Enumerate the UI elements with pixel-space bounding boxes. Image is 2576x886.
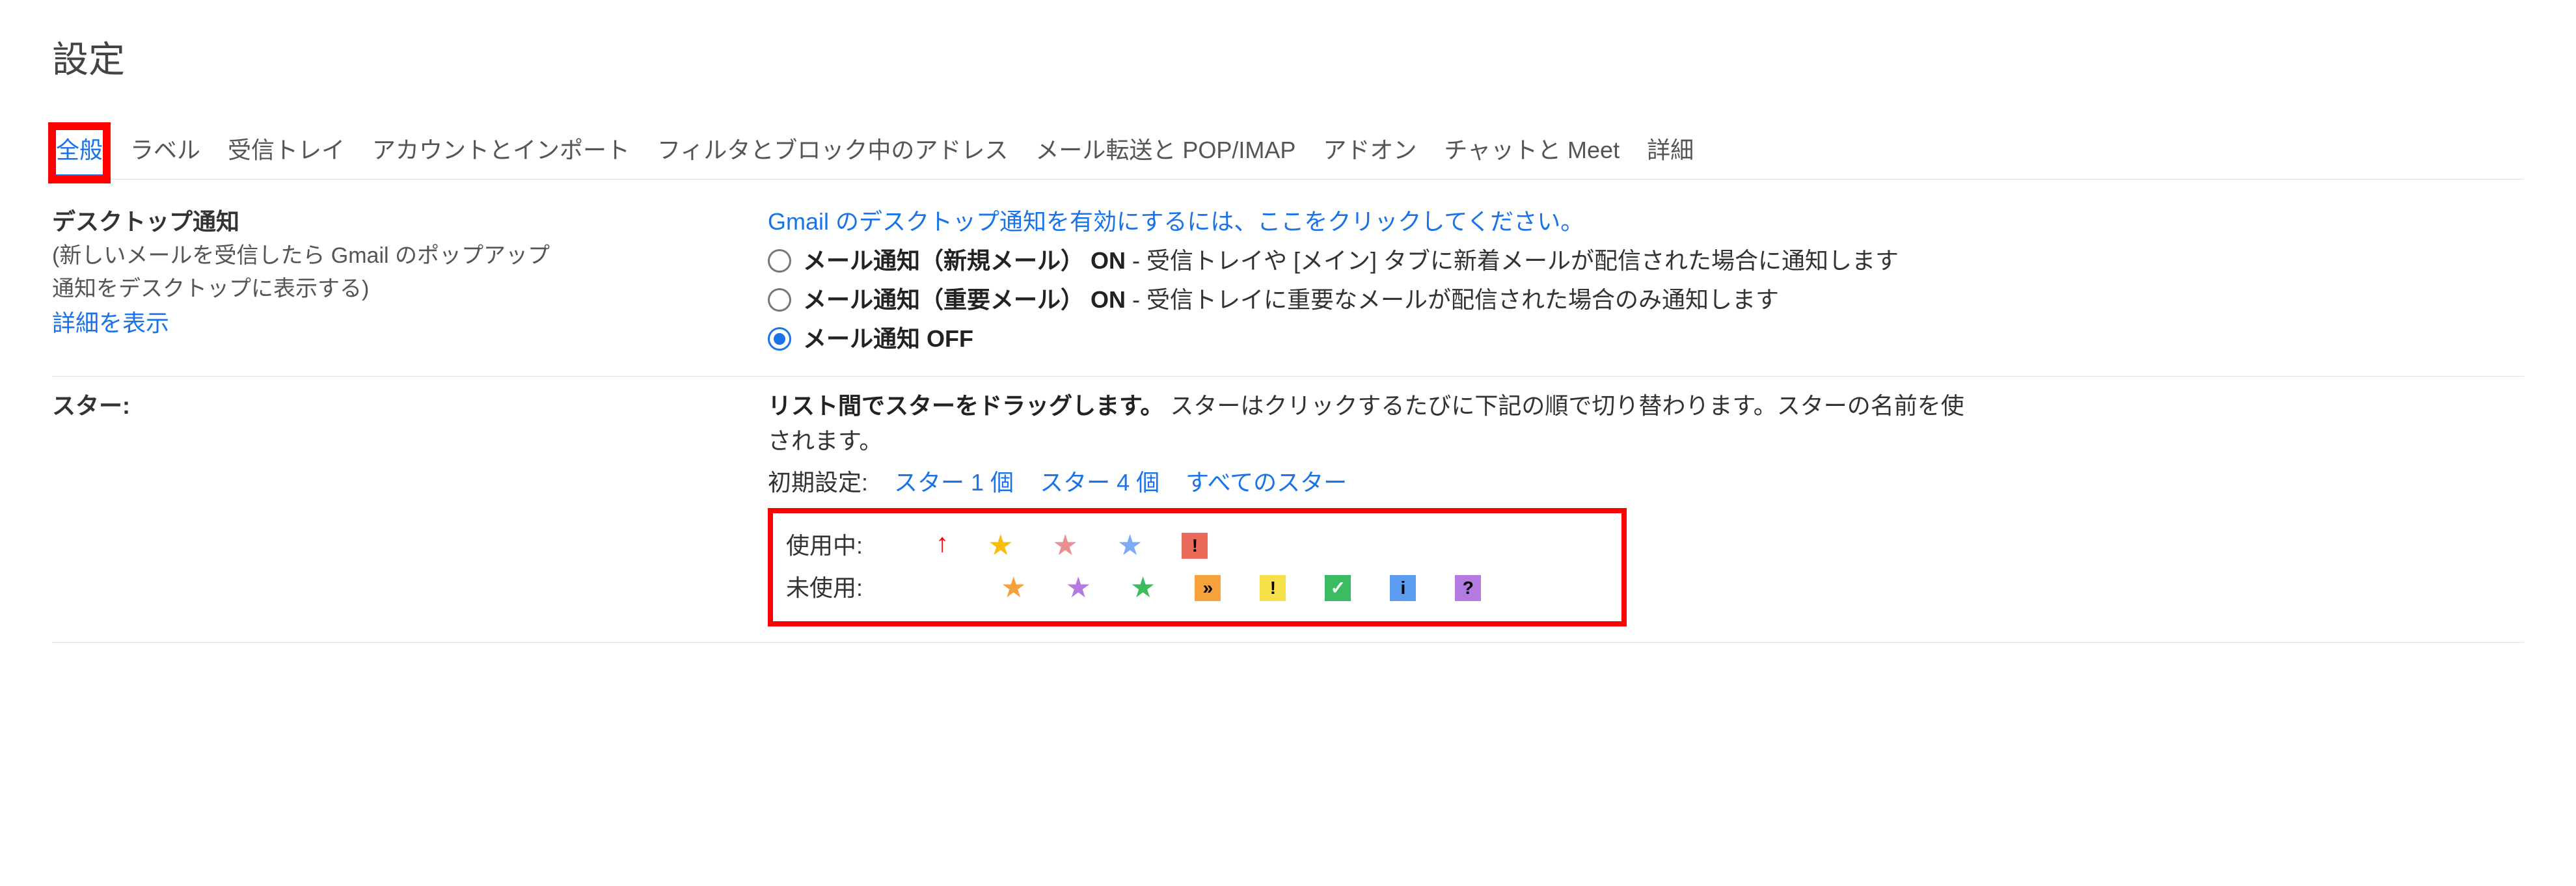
star-green-icon[interactable]: ★	[1130, 574, 1156, 602]
not-used-label: 未使用:	[786, 571, 897, 606]
opt1-bold: メール通知（新規メール） ON	[803, 247, 1126, 274]
opt1-rest: - 受信トレイや [メイン] タブに新着メールが配信された場合に通知します	[1126, 247, 1899, 274]
stars-presets-row: 初期設定: スター 1 個 スター 4 個 すべてのスター	[768, 465, 2524, 500]
tab-advanced[interactable]: 詳細	[1643, 126, 1698, 179]
radio-notify-new-label: メール通知（新規メール） ON - 受信トレイや [メイン] タブに新着メールが…	[803, 243, 1899, 278]
square-green-check-icon[interactable]: ✓	[1325, 575, 1351, 601]
preset-4-stars[interactable]: スター 4 個	[1040, 469, 1159, 496]
stars-not-used-row: 未使用: ★ ★ ★ » ! ✓ i ?	[786, 571, 1608, 606]
radio-notify-off[interactable]	[768, 327, 791, 351]
stars-highlight-box: 使用中: ↑ ★ ★ ★ ! 未使用: ★ ★ ★ » ! ✓ i ?	[768, 508, 1627, 626]
stars-desc-2: されます。	[768, 423, 2524, 459]
section-stars: スター: リスト間でスターをドラッグします。 スターはクリックするたびに下記の順…	[52, 377, 2524, 643]
star-yellow-icon[interactable]: ★	[988, 531, 1013, 560]
radio-notify-new[interactable]	[768, 249, 791, 273]
radio-notify-important[interactable]	[768, 288, 791, 312]
settings-tabs: 全般 ラベル 受信トレイ アカウントとインポート フィルタとブロック中のアドレス…	[52, 126, 2524, 180]
square-orange-gt-icon[interactable]: »	[1195, 575, 1221, 601]
preset-1-star[interactable]: スター 1 個	[894, 469, 1014, 496]
star-blue-icon[interactable]: ★	[1117, 531, 1143, 560]
star-orange-icon[interactable]: ★	[1001, 574, 1026, 602]
tab-forward[interactable]: メール転送と POP/IMAP	[1031, 126, 1299, 179]
preset-all-stars[interactable]: すべてのスター	[1186, 469, 1347, 496]
stars-desc: リスト間でスターをドラッグします。 スターはクリックするたびに下記の順で切り替わ…	[768, 388, 2524, 423]
radio-notify-important-label: メール通知（重要メール） ON - 受信トレイに重要なメールが配信された場合のみ…	[803, 282, 1779, 317]
enable-desktop-link[interactable]: Gmail のデスクトップ通知を有効にするには、ここをクリックしてください。	[768, 204, 2524, 239]
star-red-icon[interactable]: ★	[1052, 531, 1078, 560]
tab-inbox[interactable]: 受信トレイ	[224, 126, 349, 179]
stars-desc-bold: リスト間でスターをドラッグします。	[768, 392, 1163, 419]
tab-filters[interactable]: フィルタとブロック中のアドレス	[653, 126, 1012, 179]
page-title: 設定	[52, 33, 2524, 87]
stars-heading: スター:	[52, 388, 742, 423]
stars-in-use-row: 使用中: ↑ ★ ★ ★ !	[786, 526, 1608, 565]
section-desktop-notifications: デスクトップ通知 (新しいメールを受信したら Gmail のポップアップ 通知を…	[52, 193, 2524, 377]
desktop-subtext-2: 通知をデスクトップに表示する)	[52, 273, 742, 306]
tab-addons[interactable]: アドオン	[1319, 126, 1420, 179]
tab-accounts[interactable]: アカウントとインポート	[368, 126, 634, 179]
square-purple-q-icon[interactable]: ?	[1455, 575, 1481, 601]
square-red-bang-icon[interactable]: !	[1182, 533, 1208, 559]
desktop-heading: デスクトップ通知	[52, 204, 742, 239]
star-purple-icon[interactable]: ★	[1065, 574, 1091, 602]
tab-chat[interactable]: チャットと Meet	[1440, 126, 1623, 179]
annotation-arrow-icon: ↑	[936, 524, 949, 563]
tab-general[interactable]: 全般	[52, 126, 107, 180]
desktop-subtext-1: (新しいメールを受信したら Gmail のポップアップ	[52, 239, 742, 273]
stars-desc-rest: スターはクリックするたびに下記の順で切り替わります。スターの名前を使	[1163, 392, 1964, 419]
tab-labels[interactable]: ラベル	[126, 126, 204, 179]
in-use-label: 使用中:	[786, 528, 897, 563]
opt2-bold: メール通知（重要メール） ON	[803, 286, 1126, 313]
presets-label: 初期設定:	[768, 469, 868, 496]
opt2-rest: - 受信トレイに重要なメールが配信された場合のみ通知します	[1126, 286, 1779, 313]
square-blue-i-icon[interactable]: i	[1390, 575, 1416, 601]
radio-notify-off-label: メール通知 OFF	[803, 321, 973, 356]
desktop-learn-more-link[interactable]: 詳細を表示	[52, 306, 742, 341]
square-yellow-bang-icon[interactable]: !	[1260, 575, 1286, 601]
